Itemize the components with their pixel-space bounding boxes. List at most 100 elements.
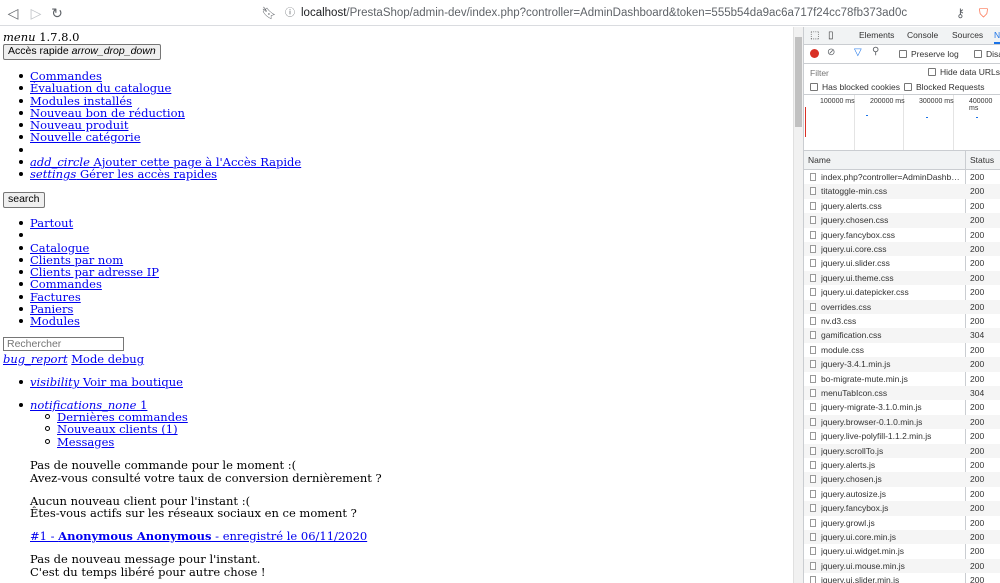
search-button-label: search (8, 193, 40, 205)
manage-quick-access-link[interactable]: settings Gérer les accès rapides (30, 167, 217, 181)
visibility-icon: visibility (30, 375, 80, 389)
tab-sources[interactable]: Sources (952, 27, 983, 44)
file-icon (810, 446, 816, 455)
file-icon (810, 273, 816, 282)
request-row[interactable]: jquery.live-polyfill-1.1.2.min.js 200 (804, 429, 1000, 443)
request-row[interactable]: jquery.fancybox.css 200 (804, 228, 1000, 242)
request-row[interactable]: menuTabIcon.css 304 (804, 386, 1000, 401)
request-status: 200 (970, 546, 985, 557)
notification-tab-item[interactable]: Messages (45, 435, 188, 449)
request-name: jquery.ui.slider.min.js (821, 575, 900, 583)
device-toolbar-icon[interactable]: ▯ (828, 27, 834, 44)
request-row[interactable]: jquery.ui.slider.css 200 (804, 256, 1000, 270)
filter-input[interactable]: Filter (810, 68, 829, 78)
request-status: 200 (970, 301, 985, 312)
customer-link-prefix: #1 - (30, 529, 59, 543)
file-icon (810, 518, 816, 527)
clear-icon[interactable]: ⊘ (827, 47, 835, 58)
back-icon[interactable]: ◁ (4, 4, 22, 22)
column-status[interactable]: Status (970, 155, 994, 165)
list-bullet (19, 74, 23, 78)
list-bullet (19, 257, 23, 262)
request-status: 200 (970, 575, 985, 583)
tick-label: 100000 ms (820, 98, 855, 105)
request-row[interactable]: jquery.scrollTo.js 200 (804, 443, 1000, 458)
scrollbar-thumb[interactable] (795, 37, 802, 127)
page-scrollbar[interactable] (793, 27, 803, 583)
search-input[interactable] (3, 337, 124, 351)
record-icon[interactable] (810, 49, 819, 58)
request-name: jquery.chosen.js (821, 474, 882, 485)
request-row[interactable]: jquery.ui.datepicker.css 200 (804, 285, 1000, 299)
request-row[interactable]: bo-migrate-mute.min.js 200 (804, 372, 1000, 386)
request-row[interactable]: nv.d3.css 200 (804, 314, 1000, 328)
search-scope-link[interactable]: Partout (30, 216, 73, 230)
view-shop-link[interactable]: visibility Voir ma boutique (30, 376, 183, 389)
request-status: 200 (970, 560, 985, 571)
column-name[interactable]: Name (808, 155, 831, 165)
request-row[interactable]: jquery.ui.core.css 200 (804, 242, 1000, 257)
request-row[interactable]: index.php?controller=AdminDashboa... 200 (804, 170, 1000, 184)
request-row[interactable]: jquery.growl.js 200 (804, 516, 1000, 530)
timeline-bar (926, 117, 928, 118)
notification-tab-link[interactable]: Messages (57, 435, 114, 449)
network-overview[interactable]: 100000 ms 200000 ms 300000 ms 400000 ms (804, 95, 1000, 151)
search-scope-item[interactable]: Modules (19, 314, 159, 328)
blocked-requests-checkbox[interactable] (904, 83, 912, 91)
request-row[interactable]: jquery.chosen.css 200 (804, 213, 1000, 228)
bookmark-icon[interactable]: 🔖︎ (260, 4, 278, 22)
request-row[interactable]: jquery.autosize.js 200 (804, 487, 1000, 501)
url-host: localhost (301, 7, 347, 19)
tab-console[interactable]: Console (907, 27, 938, 44)
request-row[interactable]: overrides.css 200 (804, 299, 1000, 314)
customer-notification-link[interactable]: #1 - Anonymous Anonymous - enregistré le… (30, 530, 367, 543)
quick-access-button[interactable]: Accès rapide arrow_drop_down (3, 44, 161, 60)
address-bar[interactable]: ⓘ localhost/PrestaShop/admin-dev/index.ph… (285, 3, 975, 23)
forward-icon[interactable]: ▷ (27, 4, 45, 22)
tab-network[interactable]: N (994, 27, 1000, 44)
request-row[interactable]: jquery.ui.widget.min.js 200 (804, 544, 1000, 558)
blocked-cookies-checkbox[interactable] (810, 83, 818, 91)
list-circle (45, 438, 50, 444)
request-row[interactable]: jquery.fancybox.js 200 (804, 501, 1000, 516)
request-row[interactable]: jquery.ui.slider.min.js 200 (804, 573, 1000, 583)
tab-elements[interactable]: Elements (859, 27, 894, 44)
list-bullet (19, 294, 23, 299)
request-row[interactable]: jquery.alerts.css 200 (804, 199, 1000, 213)
preserve-log-checkbox[interactable] (899, 50, 907, 58)
request-name: jquery.ui.core.css (821, 244, 887, 254)
request-row[interactable]: module.css 200 (804, 343, 1000, 357)
request-row[interactable]: jquery.ui.mouse.min.js 200 (804, 558, 1000, 574)
request-row[interactable]: jquery.alerts.js 200 (804, 458, 1000, 472)
search-scope-item[interactable]: Partout (19, 216, 159, 230)
request-row[interactable]: gamification.css 304 (804, 328, 1000, 343)
search-icon[interactable]: ⚲ (872, 46, 879, 57)
file-icon (810, 187, 816, 196)
filter-icon[interactable]: ▽ (854, 47, 862, 58)
request-row[interactable]: jquery-3.4.1.min.js 200 (804, 357, 1000, 372)
file-icon (810, 432, 816, 441)
request-row[interactable]: jquery.ui.core.min.js 200 (804, 530, 1000, 545)
request-status: 200 (970, 431, 985, 442)
manage-quick-access[interactable]: settings Gérer les accès rapides (19, 167, 301, 181)
key-icon[interactable]: ⚷ (956, 4, 965, 22)
list-bullet (19, 135, 23, 140)
debug-mode-link[interactable]: bug_report Mode debug (3, 353, 144, 366)
hide-data-urls-checkbox[interactable] (928, 68, 936, 76)
disable-cache-checkbox[interactable] (974, 50, 982, 58)
request-row[interactable]: jquery.chosen.js 200 (804, 472, 1000, 487)
reload-icon[interactable]: ↻ (48, 4, 66, 22)
request-row[interactable]: titatoggle-min.css 200 (804, 184, 1000, 199)
request-row[interactable]: jquery-migrate-3.1.0.min.js 200 (804, 400, 1000, 414)
request-row[interactable]: jquery.ui.theme.css 200 (804, 270, 1000, 286)
quick-access-link[interactable]: Nouvelle catégorie (30, 130, 141, 144)
site-info-icon[interactable]: ⓘ (285, 8, 295, 19)
brave-shield-icon[interactable]: ⛉ (979, 4, 988, 22)
quick-access-item[interactable]: Nouvelle catégorie (19, 130, 301, 144)
request-row[interactable]: jquery.browser-0.1.0.min.js 200 (804, 414, 1000, 430)
menu-icon[interactable]: menu (3, 30, 36, 44)
search-scope-link[interactable]: Modules (30, 314, 80, 328)
search-button[interactable]: search (3, 192, 45, 208)
request-name: jquery.ui.mouse.min.js (821, 560, 905, 571)
inspect-icon[interactable]: ⬚ (810, 27, 819, 44)
